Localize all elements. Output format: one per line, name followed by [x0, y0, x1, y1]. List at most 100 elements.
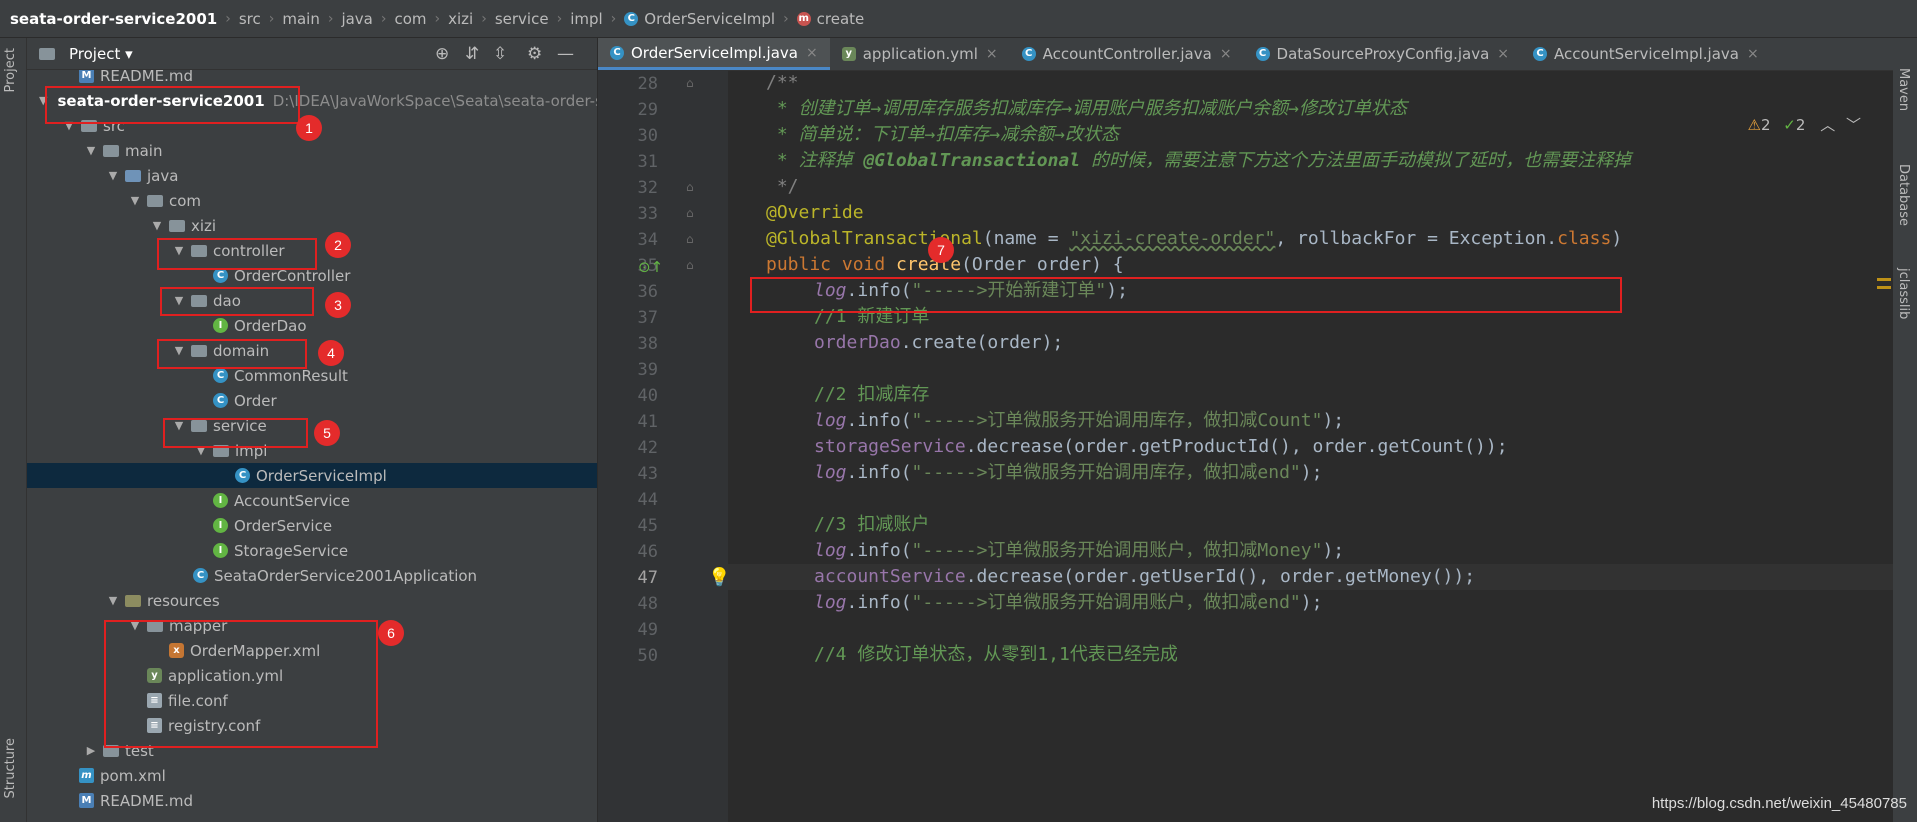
method-icon: m [796, 12, 811, 26]
breadcrumb-class[interactable]: C OrderServiceImpl [624, 10, 775, 28]
tree-row[interactable]: ▼ com [27, 188, 597, 213]
fold-icon[interactable]: ⌂ [686, 232, 694, 246]
watermark-url: https://blog.csdn.net/weixin_45480785 [1651, 795, 1907, 812]
tree-row[interactable]: ▼ main [27, 138, 597, 163]
code-line: @GlobalTransactional(name = "xizi-create… [766, 226, 1622, 252]
right-tool-strip: Maven Database jclasslib [1892, 38, 1917, 822]
fold-icon[interactable]: ⌂ [686, 76, 694, 90]
fold-icon[interactable]: ⌂ [686, 206, 694, 220]
tab-label: application.yml [862, 45, 978, 63]
error-stripe-marker[interactable] [1877, 278, 1891, 281]
tree-row[interactable]: I OrderService [27, 513, 597, 538]
class-icon: C [213, 393, 228, 408]
code-line: //4 修改订单状态，从零到1,1代表已经完成 [814, 642, 1178, 668]
editor-tab-application-yml[interactable]: y application.yml × [830, 38, 1010, 70]
line-number: 32 [637, 178, 658, 198]
breadcrumb-method-label: create [816, 9, 865, 28]
error-stripe-marker[interactable] [1877, 286, 1891, 289]
breadcrumb-src[interactable]: src [239, 10, 261, 28]
editor-tab-accountcontroller[interactable]: C AccountController.java × [1010, 38, 1244, 70]
breadcrumb-java[interactable]: java [341, 10, 372, 28]
package-icon [147, 194, 163, 207]
database-tool-tab[interactable]: Database [1896, 164, 1911, 226]
chevron-right-icon: › [380, 10, 387, 27]
tree-label: OrderDao [234, 316, 307, 335]
code-token: //2 扣减库存 [814, 384, 930, 405]
tree-row[interactable]: ▼ java [27, 163, 597, 188]
editor-tab-accountserviceimpl[interactable]: C AccountServiceImpl.java × [1521, 38, 1771, 70]
line-number: 42 [637, 438, 658, 458]
chevron-right-icon: › [556, 10, 563, 27]
editor-tab-datasourceproxyconfig[interactable]: C DataSourceProxyConfig.java × [1244, 38, 1521, 70]
interface-icon: I [213, 518, 228, 533]
breadcrumb-method[interactable]: m create [796, 9, 865, 28]
expand-all-icon[interactable]: ⇵ [465, 44, 479, 64]
code-token: log [814, 410, 847, 431]
tree-row[interactable]: ▼ xizi [27, 213, 597, 238]
code-token: * 创建订单→调用库存服务扣减库存→调用账户服务扣减账户余额→修改订单状态 [766, 98, 1408, 119]
code-line: //3 扣减账户 [814, 512, 929, 538]
line-number: 48 [637, 594, 658, 614]
project-tool-tab[interactable]: Project [3, 48, 18, 92]
markdown-file-icon: M [79, 793, 94, 808]
annotation-badge: 4 [318, 340, 344, 366]
fold-icon[interactable]: ⌂ [686, 258, 694, 272]
close-icon[interactable]: × [1497, 46, 1509, 62]
breadcrumb-main[interactable]: main [282, 10, 319, 28]
tree-row-selected[interactable]: C OrderServiceImpl [27, 463, 597, 488]
chevron-right-icon: › [481, 10, 487, 27]
gear-icon[interactable]: ⚙ [527, 44, 542, 64]
minimize-icon[interactable]: — [557, 44, 574, 64]
project-view-selector[interactable]: Project ▾ [69, 45, 133, 63]
breadcrumb-impl[interactable]: impl [570, 10, 602, 28]
close-icon[interactable]: × [1220, 46, 1232, 62]
tree-row[interactable]: I OrderDao [27, 313, 597, 338]
tree-row[interactable]: M README.md [27, 788, 597, 813]
implements-method-icon[interactable]: ⊙↑ [638, 258, 663, 276]
tree-label: resources [147, 591, 220, 610]
code-line: log.info("----->订单微服务开始调用账户，做扣减end"); [814, 590, 1322, 616]
code-token: public void [766, 254, 897, 275]
code-token: ) [1611, 228, 1623, 249]
tree-row[interactable]: C Order [27, 388, 597, 413]
module-path: D:\IDEA\JavaWorkSpace\Seata\seata-order-… [272, 91, 597, 110]
highlight-box-global-transactional [750, 277, 1622, 313]
tree-row[interactable]: I AccountService [27, 488, 597, 513]
editor-tab-orderserviceimpl[interactable]: C OrderServiceImpl.java × [598, 38, 830, 70]
tree-row[interactable]: C CommonResult [27, 363, 597, 388]
structure-tool-tab[interactable]: Structure [3, 738, 18, 798]
highlight-box-module [45, 86, 300, 124]
chevron-down-icon: ▼ [108, 169, 118, 182]
chevron-right-icon: › [268, 10, 275, 27]
project-icon [39, 47, 55, 60]
tree-row[interactable]: C SeataOrderService2001Application [27, 563, 597, 588]
close-icon[interactable]: × [1747, 46, 1759, 62]
code-area[interactable]: /** * 创建订单→调用库存服务扣减库存→调用账户服务扣减账户余额→修改订单状… [728, 70, 1893, 822]
interface-icon: I [213, 543, 228, 558]
line-number: 38 [637, 334, 658, 354]
maven-tool-tab[interactable]: Maven [1896, 68, 1911, 111]
line-number: 41 [637, 412, 658, 432]
tree-row[interactable]: I StorageService [27, 538, 597, 563]
code-token: "----->订单微服务开始调用账户，做扣减end" [911, 592, 1301, 613]
collapse-all-icon[interactable]: ⇳ [493, 44, 507, 64]
tree-row[interactable]: ▼ service [27, 413, 597, 438]
close-icon[interactable]: × [986, 46, 998, 62]
tree-row[interactable]: ▼ impl [27, 438, 597, 463]
tab-label: DataSourceProxyConfig.java [1276, 45, 1490, 63]
line-number: 31 [637, 152, 658, 172]
locate-icon[interactable]: ⊕ [435, 44, 449, 64]
fold-icon[interactable]: ⌂ [686, 180, 694, 194]
tree-row[interactable]: m pom.xml [27, 763, 597, 788]
breadcrumb-service[interactable]: service [495, 10, 549, 28]
tree-row[interactable]: ▼ resources [27, 588, 597, 613]
code-line: log.info("----->订单微服务开始调用库存，做扣减Count"); [814, 408, 1344, 434]
breadcrumb-com[interactable]: com [394, 10, 426, 28]
jclasslib-tool-tab[interactable]: jclasslib [1896, 268, 1911, 319]
breadcrumb-xizi[interactable]: xizi [448, 10, 473, 28]
tree-row[interactable]: ▼ domain [27, 338, 597, 363]
maven-icon: m [79, 768, 94, 783]
close-icon[interactable]: × [806, 45, 818, 61]
line-number: 40 [637, 386, 658, 406]
breadcrumb-module[interactable]: seata-order-service2001 [10, 10, 217, 28]
